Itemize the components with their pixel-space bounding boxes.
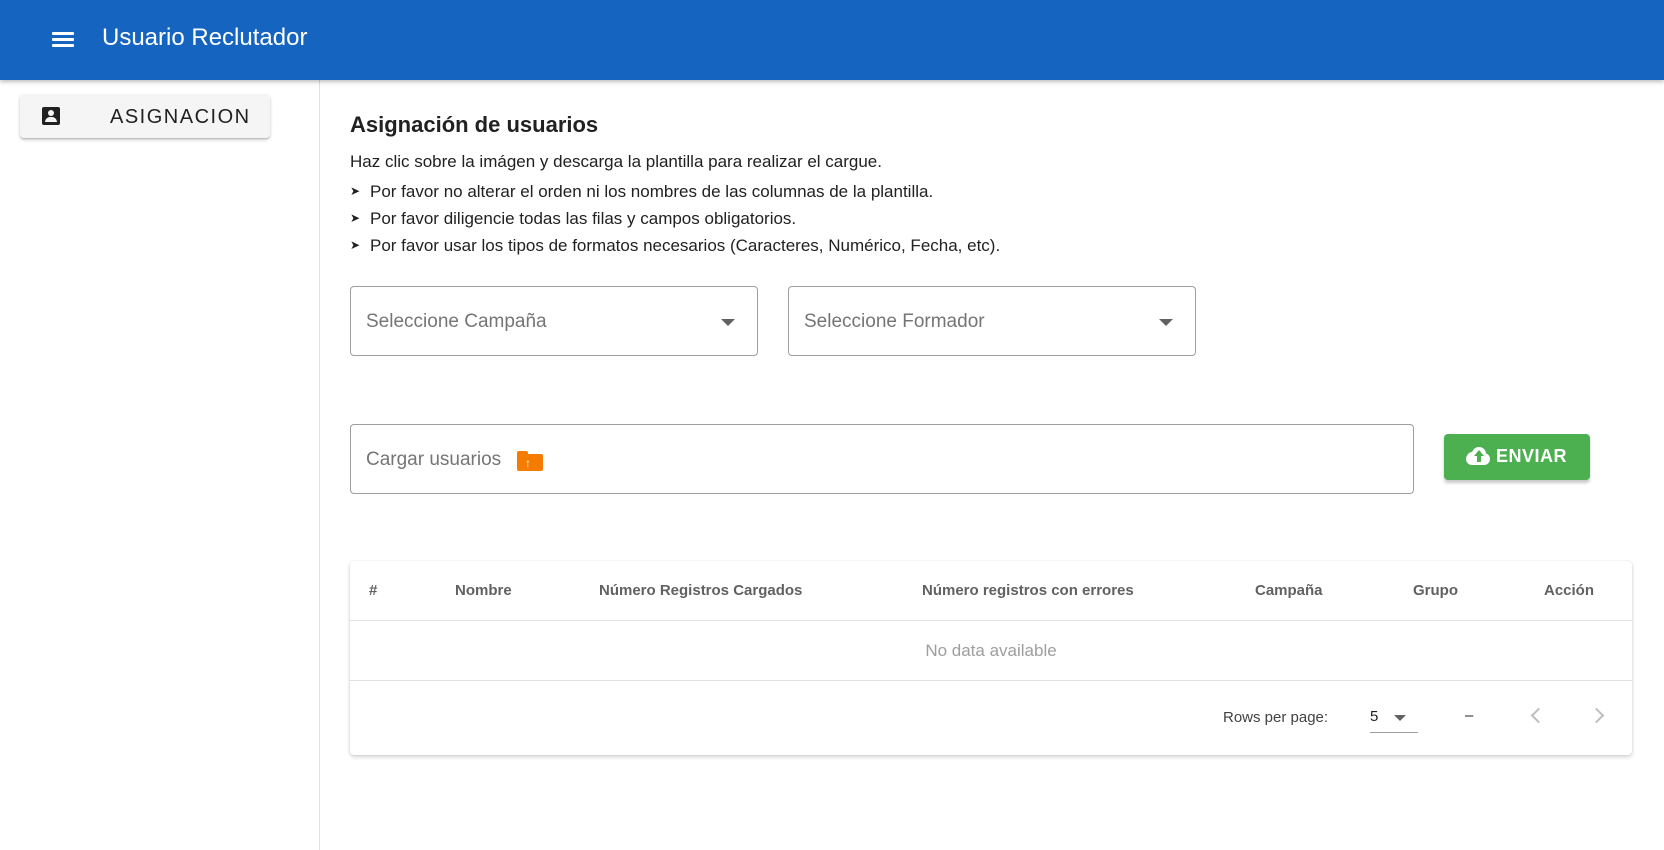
- menu-icon[interactable]: [48, 28, 78, 52]
- column-header-registros-errores[interactable]: Número registros con errores: [922, 582, 1134, 599]
- formador-select-placeholder: Seleccione Formador: [804, 311, 985, 332]
- instruction-text: Por favor no alterar el orden ni los nom…: [370, 182, 934, 201]
- account-box-icon: [42, 107, 60, 125]
- sidebar-item-asignacion[interactable]: ASIGNACION: [20, 94, 270, 138]
- intro-text: Haz clic sobre la imágen y descarga la p…: [350, 152, 882, 171]
- rows-per-page-select[interactable]: 5: [1370, 703, 1418, 733]
- column-header-campana[interactable]: Campaña: [1255, 582, 1323, 599]
- caret-down-icon: [1159, 319, 1173, 326]
- chevron-left-icon[interactable]: [1524, 703, 1548, 727]
- cloud-upload-icon: [1462, 445, 1494, 469]
- column-header-number[interactable]: #: [369, 582, 377, 599]
- instructions-list: ➤ Por favor no alterar el orden ni los no…: [350, 178, 1000, 259]
- app-title: Usuario Reclutador: [102, 24, 308, 51]
- no-data-text: No data available: [925, 641, 1057, 660]
- folder-upload-icon[interactable]: ↑: [517, 451, 543, 471]
- app-bar: Usuario Reclutador: [0, 0, 1664, 80]
- send-button[interactable]: ENVIAR: [1444, 434, 1590, 480]
- list-item: ➤ Por favor usar los tipos de formatos ne…: [350, 232, 1000, 259]
- chevron-right-icon[interactable]: [1586, 703, 1610, 727]
- column-header-accion[interactable]: Acción: [1544, 582, 1594, 599]
- chevron-right-icon: ➤: [350, 211, 361, 225]
- upload-users-placeholder: Cargar usuarios: [366, 449, 502, 470]
- campana-select-placeholder: Seleccione Campaña: [366, 311, 547, 332]
- page-title: Asignación de usuarios: [350, 112, 599, 137]
- instruction-text: Por favor diligencie todas las filas y c…: [370, 209, 797, 228]
- upload-users-field[interactable]: Cargar usuarios ↑: [350, 424, 1414, 494]
- caret-down-icon: [1394, 715, 1406, 721]
- list-item: ➤ Por favor no alterar el orden ni los no…: [350, 178, 1000, 205]
- column-header-nombre[interactable]: Nombre: [455, 582, 512, 599]
- chevron-right-icon: ➤: [350, 238, 361, 252]
- send-button-label: ENVIAR: [1496, 446, 1568, 466]
- sidebar-item-label: ASIGNACION: [110, 106, 251, 128]
- chevron-right-icon: ➤: [350, 184, 361, 198]
- table-row: No data available: [350, 621, 1632, 681]
- table-header: # Nombre Número Registros Cargados Númer…: [350, 561, 1632, 621]
- sidebar: ASIGNACION: [0, 80, 320, 850]
- formador-select[interactable]: Seleccione Formador: [788, 286, 1196, 356]
- campana-select[interactable]: Seleccione Campaña: [350, 286, 758, 356]
- caret-down-icon: [721, 319, 735, 326]
- column-header-grupo[interactable]: Grupo: [1413, 582, 1458, 599]
- list-item: ➤ Por favor diligencie todas las filas y …: [350, 205, 1000, 232]
- page-range-text: –: [1465, 707, 1474, 724]
- upload-history-table: # Nombre Número Registros Cargados Númer…: [350, 561, 1632, 755]
- rows-per-page-label: Rows per page:: [1223, 709, 1329, 726]
- table-footer: Rows per page: 5 –: [350, 681, 1632, 755]
- column-header-registros-cargados[interactable]: Número Registros Cargados: [599, 582, 802, 599]
- rows-per-page-value: 5: [1370, 708, 1379, 725]
- instruction-text: Por favor usar los tipos de formatos nec…: [370, 236, 1001, 255]
